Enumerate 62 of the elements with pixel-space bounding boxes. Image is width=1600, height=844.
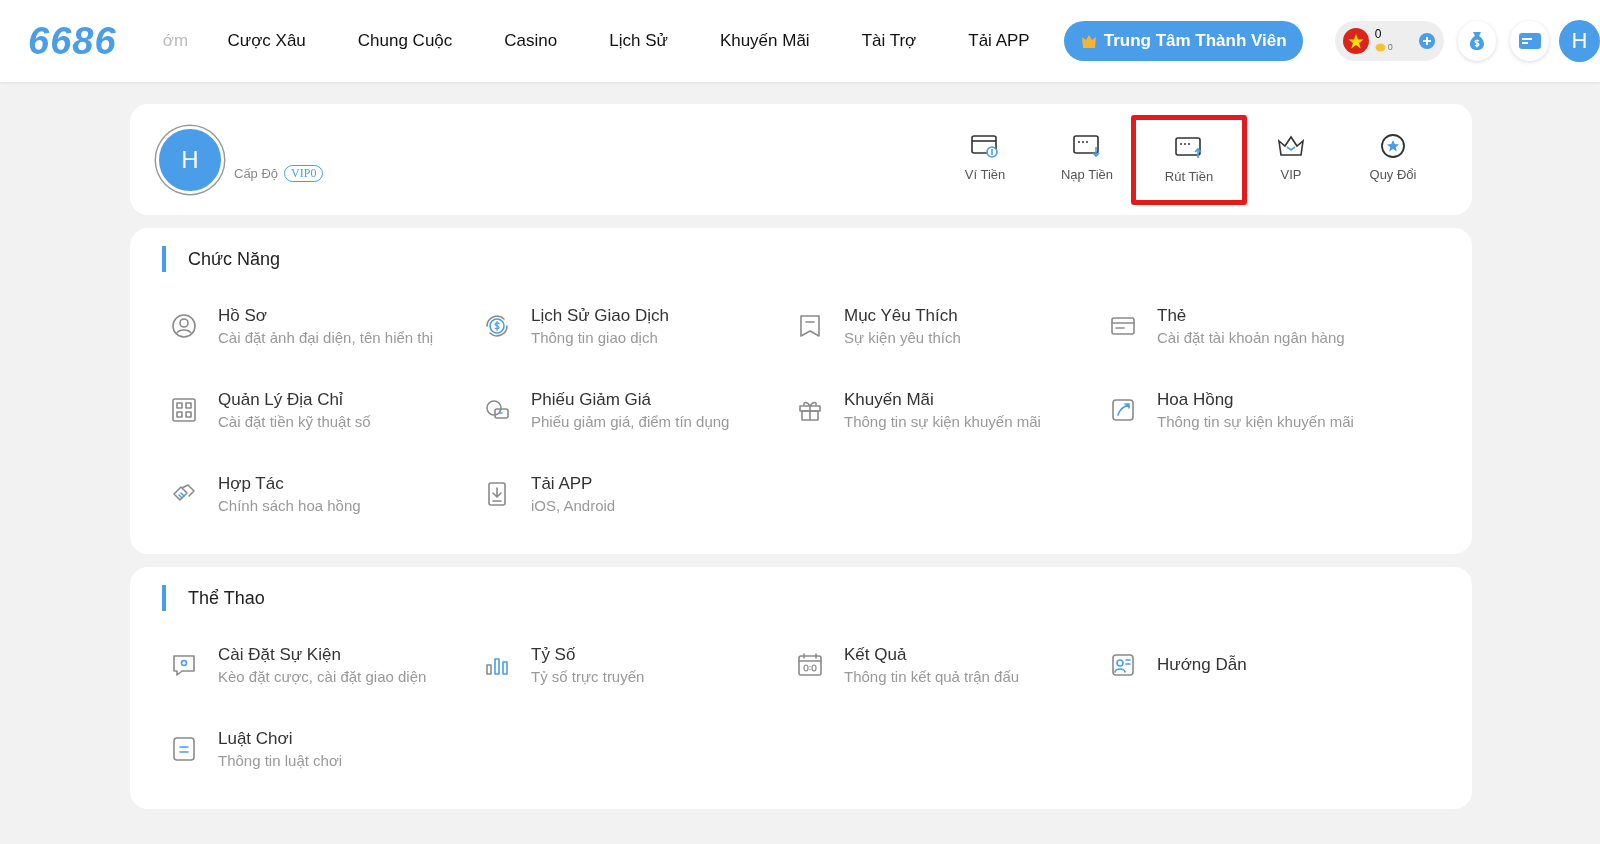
menu-item-subtitle: Cài đặt tiền kỹ thuật số (218, 413, 371, 430)
card-icon (1517, 31, 1542, 51)
menu-item-title[interactable]: Khuyến Mãi (844, 390, 1041, 410)
menu-item-subtitle: Sự kiện yêu thích (844, 329, 961, 346)
menu-item-title[interactable]: Tải APP (531, 474, 616, 494)
menu-item-title[interactable]: Luật Chơi (218, 729, 343, 749)
card-up-icon (1174, 135, 1204, 161)
section-title: Chức Năng (162, 246, 1440, 272)
menu-item-subtitle: iOS, Android (531, 497, 616, 514)
quick-action-button[interactable]: Quy Đổi (1342, 114, 1444, 201)
card-button[interactable] (1510, 21, 1549, 61)
add-icon[interactable] (1417, 32, 1436, 50)
marquee-text: ớm (162, 31, 190, 51)
quick-action-button[interactable]: Ví Tiền (934, 114, 1036, 201)
coin-amount: 0 (1387, 41, 1393, 54)
menu-item-subtitle: Thông tin luật chơi (218, 752, 343, 769)
crown-icon (1276, 133, 1306, 159)
menu-item-title[interactable]: Hồ Sơ (218, 306, 434, 326)
nav-link[interactable]: Tài Trợ (835, 31, 943, 51)
menu-item-title[interactable]: Lịch Sử Giao Dịch (531, 306, 669, 326)
flag-icon (1342, 28, 1369, 54)
menu-item-title[interactable]: Hướng Dẫn (1157, 655, 1247, 675)
menu-item-subtitle: Kèo đặt cược, cài đặt giao diện (218, 668, 427, 685)
nav-link[interactable]: Chung Cuộc (331, 31, 479, 51)
nav-link[interactable]: Lịch Sử (583, 31, 694, 51)
list-icon (170, 735, 198, 763)
person-icon (170, 312, 198, 340)
menu-item-subtitle: Tỷ số trực truyến (531, 668, 645, 685)
nav-link[interactable]: Tải APP (942, 31, 1056, 51)
menu-item-subtitle: Cài đặt tài khoản ngân hàng (1157, 329, 1345, 346)
menu-item-subtitle: Phiếu giảm giá, điểm tín dụng (531, 413, 730, 430)
menu-item-subtitle: Thông tin sự kiện khuyến mãi (1157, 413, 1354, 430)
section-title: Thể Thao (162, 585, 1440, 611)
card-down-icon (1072, 133, 1102, 159)
menu-item-title[interactable]: Hợp Tác (218, 474, 361, 494)
money-bag-button[interactable] (1457, 21, 1497, 61)
quick-action-button[interactable]: Rút Tiền (1131, 114, 1247, 205)
nav-link[interactable]: Casino (478, 31, 584, 51)
menu-item-title[interactable]: Mục Yêu Thích (844, 306, 961, 326)
star-circle-icon (1378, 133, 1408, 159)
menu-item-subtitle: Cài đặt ảnh đại diện, tên hiển thị (218, 329, 434, 346)
coin-icon (1374, 43, 1386, 52)
person-guide-icon (1109, 651, 1137, 679)
nav-link[interactable]: Cược Xâu (201, 31, 332, 51)
profile-avatar: H (156, 125, 224, 194)
menu-item-subtitle: Thông tin sự kiện khuyến mãi (844, 413, 1041, 430)
balance-amount: 0 (1374, 28, 1383, 41)
menu-item-subtitle: Chính sách hoa hồng (218, 497, 361, 514)
menu-item-title[interactable]: Quản Lý Địa Chỉ (218, 390, 371, 410)
menu-item-title[interactable]: Hoa Hồng (1157, 390, 1354, 410)
menu-item-title[interactable]: Phiếu Giảm Giá (531, 390, 730, 410)
scoreboard-icon (796, 651, 824, 679)
qr-grid-icon (170, 396, 198, 424)
menu-item-title[interactable]: Kết Quả (844, 645, 1020, 665)
level-label: Cấp Độ (234, 166, 279, 181)
dollar-icon (483, 312, 511, 340)
menu-item-title[interactable]: Cài Đặt Sự Kiện (218, 645, 427, 665)
menu-item-subtitle: Thông tin giao dịch (531, 329, 659, 346)
nav-link[interactable]: Khuyến Mãi (693, 31, 836, 51)
menu-item-title[interactable]: Thẻ (1157, 306, 1345, 326)
menu-item-subtitle: Thông tin kết quả trận đấu (844, 668, 1020, 685)
menu-item-title[interactable]: Tỷ Số (531, 645, 645, 665)
